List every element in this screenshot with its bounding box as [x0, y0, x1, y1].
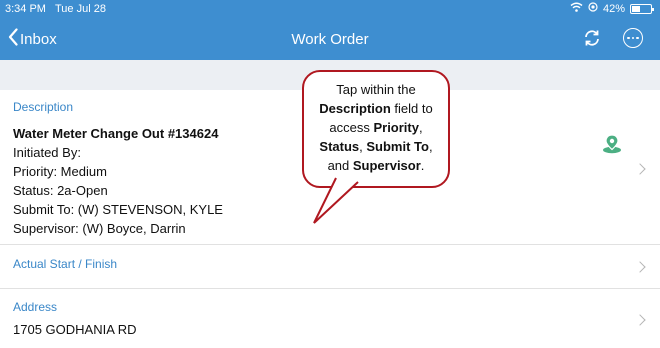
address-label: Address — [13, 300, 58, 314]
more-button[interactable] — [623, 28, 643, 48]
battery-percent: 42% — [602, 2, 625, 15]
callout-bubble: Tap within the Description field to acce… — [302, 70, 450, 224]
callout-bold-submit-to: Submit To — [366, 139, 429, 154]
nav-bar: Inbox Work Order — [0, 20, 660, 60]
callout-line-5: and Supervisor. — [302, 156, 450, 175]
refresh-button[interactable] — [583, 29, 601, 52]
battery-icon — [630, 3, 654, 14]
more-dot — [627, 36, 630, 40]
status-date: Tue Jul 28 — [55, 3, 106, 15]
wifi-icon — [570, 2, 583, 15]
more-dot — [636, 36, 639, 40]
callout-text-7: and — [327, 158, 353, 173]
refresh-icon — [583, 30, 601, 51]
callout-bold-description: Description — [319, 101, 391, 116]
status-right: 42% — [570, 2, 654, 15]
callout-text-1: Tap within the — [336, 82, 416, 97]
status-time: 3:34 PM — [5, 3, 46, 15]
callout-line-1: Tap within the — [302, 80, 450, 99]
status-bar: 3:34 PM Tue Jul 28 42% — [0, 0, 660, 20]
map-pin-icon[interactable] — [601, 134, 623, 159]
callout-line-2: Description field to — [302, 99, 450, 118]
callout-text: Tap within the Description field to acce… — [302, 80, 450, 175]
callout-bold-supervisor: Supervisor — [352, 158, 421, 173]
location-icon — [588, 2, 598, 15]
callout-text-4: , — [418, 120, 423, 135]
page-title: Work Order — [291, 31, 369, 48]
callout-text-6: , — [428, 139, 433, 154]
callout-text-3: access — [329, 120, 374, 135]
submit-to: Submit To: (W) STEVENSON, KYLE — [13, 202, 223, 217]
status: Status: 2a-Open — [13, 183, 108, 198]
callout-text-2: field to — [390, 101, 433, 116]
chevron-right-icon — [634, 314, 646, 326]
callout-line-4: Status, Submit To, — [302, 137, 450, 156]
chevron-right-icon — [634, 163, 646, 175]
actual-start-finish-section[interactable]: Actual Start / Finish — [0, 245, 660, 289]
actual-start-finish-label: Actual Start / Finish — [13, 257, 118, 271]
callout-line-3: access Priority, — [302, 118, 450, 137]
callout-text-8: . — [420, 158, 425, 173]
callout-bold-priority: Priority — [373, 120, 419, 135]
chevron-right-icon — [634, 261, 646, 273]
work-order-title: Water Meter Change Out #134624 — [13, 126, 219, 141]
initiated-by: Initiated By: — [13, 145, 81, 160]
more-dot — [631, 36, 635, 40]
description-content: Water Meter Change Out #134624 Initiated… — [13, 124, 223, 238]
supervisor: Supervisor: (W) Boyce, Darrin — [13, 221, 186, 236]
callout-bold-status: Status — [319, 139, 360, 154]
priority: Priority: Medium — [13, 164, 107, 179]
address-value: 1705 GODHANIA RD — [13, 322, 137, 337]
address-section[interactable]: Address 1705 GODHANIA RD — [0, 289, 660, 348]
description-label: Description — [13, 100, 74, 114]
